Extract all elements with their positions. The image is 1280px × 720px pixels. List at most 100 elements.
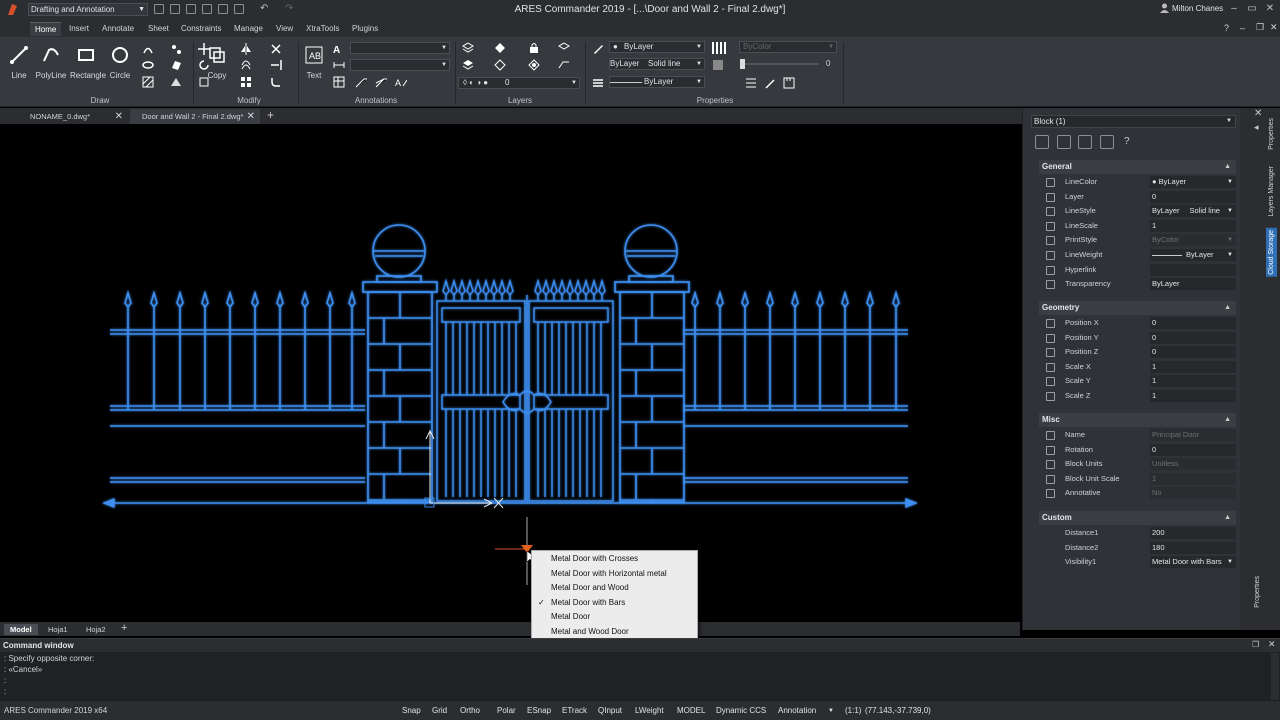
- collapse-icon[interactable]: ▲: [1224, 301, 1231, 315]
- tab-insert[interactable]: Insert: [64, 22, 94, 36]
- hatch-icon[interactable]: [142, 76, 154, 88]
- app-logo-icon[interactable]: [6, 3, 18, 16]
- close-icon[interactable]: ✕: [1264, 3, 1276, 14]
- property-value-scale-z[interactable]: 1: [1150, 390, 1236, 402]
- text-style-icon[interactable]: A: [333, 43, 345, 56]
- region-icon[interactable]: [170, 59, 182, 71]
- copy-tool-button[interactable]: Copy: [201, 45, 233, 80]
- minimize-doc-icon[interactable]: –: [1240, 23, 1245, 33]
- dimension-icon[interactable]: [333, 59, 345, 71]
- linestyle-select[interactable]: ByLayer Solid line ▼: [609, 58, 705, 70]
- text-edit-icon[interactable]: A: [395, 76, 408, 88]
- snap-toggle[interactable]: Snap: [398, 704, 425, 718]
- restore-doc-icon[interactable]: ❐: [1256, 22, 1264, 33]
- menu-item-metal-door-with-crosses[interactable]: Metal Door with Crosses: [532, 552, 697, 567]
- undo-icon[interactable]: ↶: [260, 3, 268, 14]
- measure-icon[interactable]: [783, 77, 795, 89]
- workspace-select[interactable]: Drafting and Annotation ▼: [28, 3, 148, 16]
- command-scrollbar[interactable]: [1271, 653, 1279, 700]
- property-value-position-x[interactable]: 0: [1150, 317, 1236, 329]
- print-style-icon[interactable]: [712, 42, 726, 54]
- lineweight-select[interactable]: ByLayer ▼: [609, 76, 705, 88]
- save-as-icon[interactable]: [202, 4, 212, 14]
- minimize-icon[interactable]: –: [1228, 3, 1240, 14]
- extend-icon[interactable]: [270, 59, 282, 71]
- lweight-toggle[interactable]: LWeight: [631, 704, 668, 718]
- side-tab-layers-manager[interactable]: Layers Manager: [1268, 166, 1275, 217]
- section-header-custom[interactable]: Custom ▲: [1039, 511, 1236, 525]
- text-tool-button[interactable]: AB Text: [298, 45, 330, 80]
- property-value-scale-x[interactable]: 1: [1150, 360, 1236, 373]
- select-objects-icon[interactable]: [1035, 135, 1049, 149]
- new-tab-icon[interactable]: +: [267, 108, 274, 122]
- layer-isolate-icon[interactable]: [494, 59, 506, 71]
- grid-toggle[interactable]: Grid: [428, 704, 451, 718]
- layer-current-icon[interactable]: [462, 59, 474, 71]
- table-icon[interactable]: [333, 76, 345, 88]
- close-doc-icon[interactable]: ✕: [1270, 22, 1278, 33]
- section-header-misc[interactable]: Misc ▲: [1039, 413, 1236, 427]
- polar-toggle[interactable]: Polar: [493, 704, 520, 718]
- transparency-slider[interactable]: [740, 59, 820, 69]
- menu-item-metal-door-with-bars[interactable]: ✓ Metal Door with Bars: [532, 596, 697, 611]
- multileader-icon[interactable]: [375, 76, 387, 88]
- property-value-hyperlink[interactable]: [1150, 263, 1236, 276]
- command-input[interactable]: :: [4, 687, 6, 696]
- array-icon[interactable]: [240, 76, 252, 88]
- property-value-position-y[interactable]: 0: [1150, 331, 1236, 344]
- drawing-canvas[interactable]: [0, 125, 1020, 622]
- close-panel-icon[interactable]: ✕: [1254, 108, 1262, 119]
- close-tab-icon[interactable]: ✕: [247, 109, 255, 124]
- float-window-icon[interactable]: ❐: [1252, 640, 1259, 649]
- model-toggle[interactable]: MODEL: [673, 704, 709, 718]
- tab-sheet[interactable]: Sheet: [143, 22, 174, 36]
- print-icon[interactable]: [218, 4, 228, 14]
- selection-select[interactable]: Block (1) ▼: [1031, 115, 1236, 128]
- pin-panel-icon[interactable]: ◂: [1254, 122, 1259, 133]
- line-tool-button[interactable]: Line: [3, 45, 35, 80]
- doc-tab-door-and-wall[interactable]: Door and Wall 2 - Final 2.dwg* ✕: [130, 109, 260, 124]
- tab-plugins[interactable]: Plugins: [347, 22, 383, 36]
- help-panel-icon[interactable]: ?: [1124, 136, 1130, 147]
- transparency-icon[interactable]: [712, 59, 724, 71]
- arc-icon[interactable]: [142, 43, 154, 55]
- color-select[interactable]: ● ByLayer ▼: [609, 41, 705, 53]
- close-command-icon[interactable]: ✕: [1268, 639, 1276, 650]
- layer-walk-icon[interactable]: [528, 59, 540, 71]
- list-icon[interactable]: [745, 77, 757, 89]
- doc-tab-noname[interactable]: NONAME_0.dwg* ✕: [0, 109, 128, 124]
- side-tab-cloud-storage[interactable]: Cloud Storage: [1266, 228, 1277, 277]
- property-value-layer[interactable]: 0: [1150, 190, 1236, 203]
- collapse-icon[interactable]: ▲: [1224, 160, 1231, 174]
- tab-manage[interactable]: Manage: [229, 22, 268, 36]
- property-value-linestyle[interactable]: ByLayer Solid line ▼: [1150, 205, 1236, 218]
- property-value-linecolor[interactable]: ● ByLayer ▼: [1150, 176, 1236, 188]
- gradient-icon[interactable]: [170, 76, 182, 88]
- annotation-scale-select[interactable]: Annotation ▼: [774, 704, 838, 718]
- property-value-position-z[interactable]: 0: [1150, 346, 1236, 359]
- layer-states-icon[interactable]: [558, 42, 570, 54]
- tab-xtratools[interactable]: XtraTools: [301, 22, 344, 36]
- layer-select[interactable]: ◊ ◐ ◑ ● 0 ▼: [458, 77, 580, 89]
- leader-icon[interactable]: [355, 76, 367, 88]
- property-value-lineweight[interactable]: ByLayer ▼: [1150, 249, 1236, 261]
- open-file-icon[interactable]: [170, 4, 180, 14]
- add-layout-icon[interactable]: +: [121, 622, 127, 634]
- property-value-distance1[interactable]: 200: [1150, 527, 1236, 539]
- redo-icon[interactable]: ↷: [285, 3, 293, 14]
- layer-color-icon[interactable]: [494, 42, 506, 54]
- match-properties-icon[interactable]: [592, 42, 604, 54]
- quick-select-icon[interactable]: [764, 77, 776, 89]
- layer-manager-icon[interactable]: [462, 42, 474, 54]
- print-preview-icon[interactable]: [234, 4, 244, 14]
- menu-item-metal-door-and-wood[interactable]: Metal Door and Wood: [532, 581, 697, 596]
- tab-annotate[interactable]: Annotate: [97, 22, 139, 36]
- side-tab-properties-bottom[interactable]: Properties: [1254, 576, 1261, 608]
- trim-icon[interactable]: [270, 43, 282, 55]
- qinput-toggle[interactable]: QInput: [594, 704, 626, 718]
- property-value-scale-y[interactable]: 1: [1150, 375, 1236, 388]
- save-icon[interactable]: [186, 4, 196, 14]
- tab-home[interactable]: Home: [30, 22, 62, 36]
- user-name[interactable]: Milton Chanes: [1172, 4, 1223, 13]
- menu-item-metal-door-horizontal[interactable]: Metal Door with Horizontal metal: [532, 567, 697, 582]
